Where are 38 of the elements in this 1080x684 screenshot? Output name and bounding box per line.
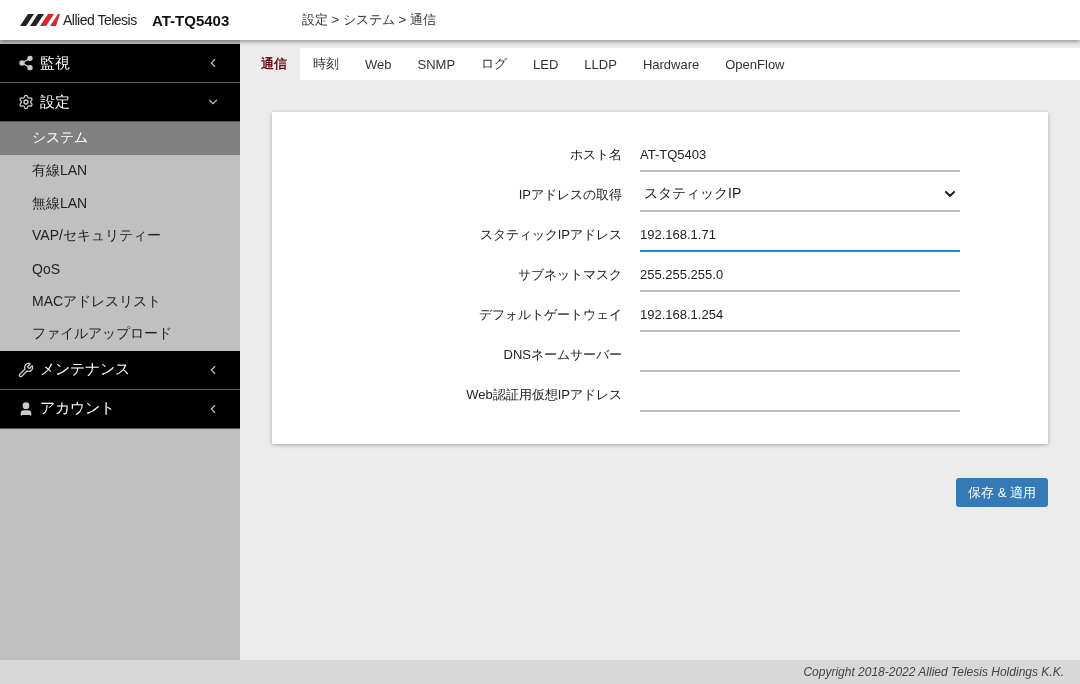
sidebar-item[interactable]: ファイルアップロード [0, 318, 240, 351]
sidebar-item[interactable]: 有線LAN [0, 154, 240, 188]
section-label: メンテナンス [40, 360, 131, 380]
sidebar-item[interactable]: QoS [0, 252, 240, 286]
field-label: デフォルトゲートウェイ [478, 306, 623, 324]
logo-text: Allied Telesis [63, 12, 137, 28]
input-field[interactable]: 192.168.1.254 [640, 302, 960, 332]
field-label: ホスト名 [569, 146, 623, 164]
sidebar-item[interactable]: 無線LAN [0, 187, 240, 221]
field-label: IPアドレスの取得 [517, 186, 623, 204]
field-label: Web認証用仮想IPアドレス [465, 386, 623, 404]
field-label: サブネットマスク [517, 266, 623, 284]
sidebar-section[interactable]: 設定 [0, 83, 240, 122]
select-field[interactable]: スタティックIP [640, 182, 960, 212]
section-label: 設定 [40, 92, 71, 112]
input-field[interactable]: 192.168.1.71 [640, 222, 960, 252]
sidebar-section[interactable]: アカウント [0, 389, 240, 429]
input-field[interactable]: 255.255.255.0 [640, 262, 960, 292]
sidebar-section[interactable]: メンテナンス [0, 350, 240, 390]
breadcrumb: 設定 > システム > 通信 [302, 11, 436, 29]
copyright-text: Copyright 2018-2022 Allied Telesis Holdings K.K. [803, 665, 1064, 679]
gear-icon [18, 94, 34, 110]
field-label: DNSネームサーバー [502, 346, 623, 364]
sidebar-item[interactable]: VAP/セキュリティー [0, 220, 240, 253]
section-label: 監視 [40, 53, 71, 73]
save-button[interactable]: 保存 & 適用 [956, 478, 1048, 507]
user-icon [18, 400, 34, 417]
model-name: AT-TQ5403 [152, 11, 231, 29]
sidebar-section[interactable]: 監視 [0, 44, 240, 83]
share-icon [18, 55, 34, 71]
logo-icon [20, 14, 60, 26]
field-label: スタティックIPアドレス [478, 226, 623, 244]
section-label: アカウント [40, 399, 116, 419]
tab[interactable]: 通信 [248, 48, 300, 80]
wrench-icon [18, 361, 34, 378]
sidebar-item[interactable]: システム [0, 122, 240, 155]
input-field[interactable]: AT-TQ5403 [640, 142, 960, 172]
sidebar-item[interactable]: MACアドレスリスト [0, 285, 240, 319]
